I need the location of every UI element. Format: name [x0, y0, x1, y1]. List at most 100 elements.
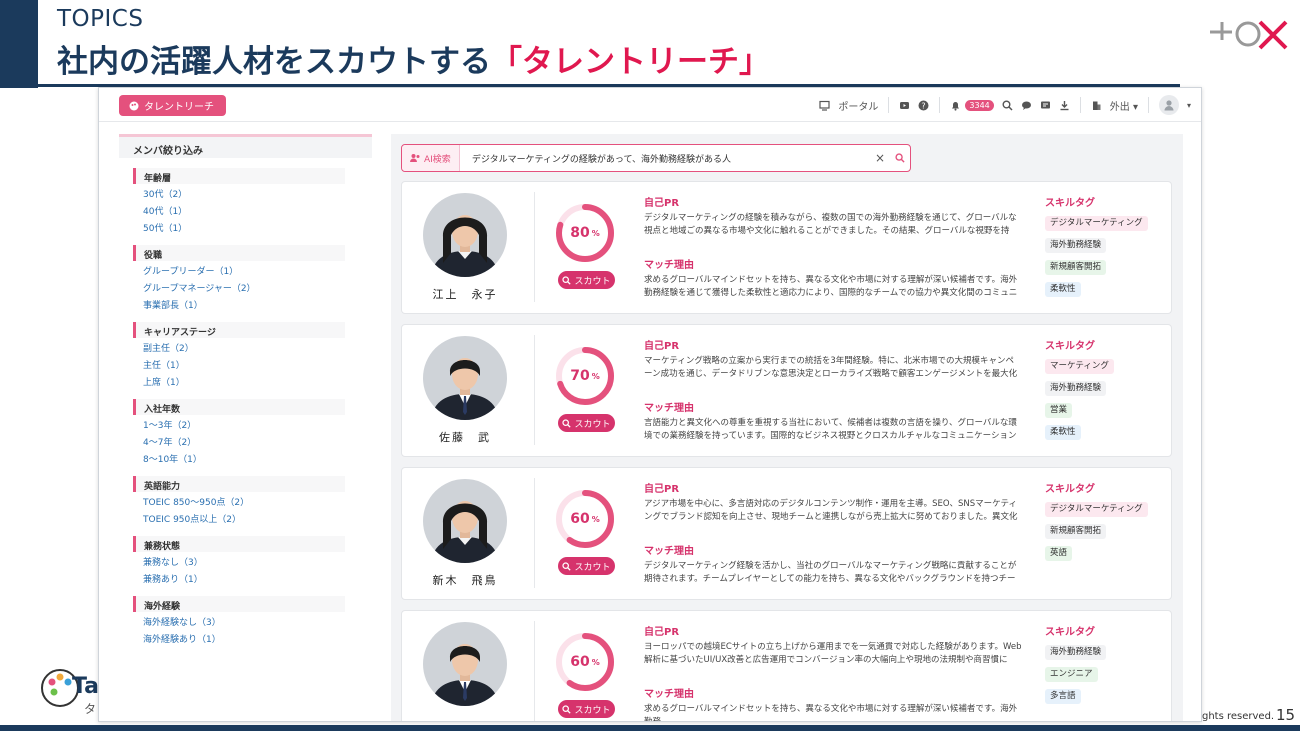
search-icon[interactable] [1002, 100, 1013, 111]
filter-option[interactable]: 海外経験なし（3） [133, 612, 345, 629]
users-icon [410, 154, 420, 162]
candidate-card[interactable]: 佐藤 武 70% スカウト 自己PR マーケティング戦略の立案から実行までの統括を3年間… [401, 324, 1172, 457]
filter-group-title: 役職 [133, 245, 345, 261]
chevron-down-icon[interactable]: ▾ [1187, 101, 1191, 110]
scout-button[interactable]: スカウト [558, 414, 615, 432]
filter-option[interactable]: グループリーダー（1） [133, 261, 345, 278]
scout-label: スカウト [574, 705, 611, 716]
filter-group: 海外経験 海外経験なし（3） 海外経験あり（1） [133, 596, 345, 646]
match-score: 80% [554, 202, 616, 264]
search-person-icon [562, 704, 572, 714]
status-label: 外出 [1109, 101, 1130, 113]
skill-tag[interactable]: デジタルマーケティング [1045, 216, 1148, 231]
brand-button[interactable]: タレントリーチ [119, 95, 226, 116]
filter-option[interactable]: 1〜3年（2） [133, 415, 345, 432]
candidate-card[interactable]: 60% スカウト 自己PR ヨーロッパでの越境ECサイトの立ち上げから運用までを一気通… [401, 610, 1172, 721]
match-reason-label: マッチ理由 [644, 546, 694, 557]
ai-search-tag[interactable]: AI検索 [402, 145, 460, 171]
filter-groups: 年齢層 30代（2） 40代（1） 50代（1） 役職 グループリーダー（1） グループマネ… [119, 168, 372, 646]
filter-group-title: 英語能力 [133, 476, 345, 492]
filter-sidebar: メンバ絞り込み 年齢層 30代（2） 40代（1） 50代（1） 役職 グループリーダー（… [119, 134, 372, 719]
filter-option[interactable]: グループマネージャー（2） [133, 278, 345, 295]
video-icon[interactable] [899, 100, 910, 111]
search-submit-icon[interactable] [890, 153, 910, 163]
skill-tag[interactable]: 新規顧客開拓 [1045, 260, 1107, 275]
filter-option[interactable]: 50代（1） [133, 218, 345, 235]
match-reason-text: 求めるグローバルマインドセットを持ち、異なる文化や市場に対する理解が深い候補者で… [644, 275, 1018, 298]
candidate-name: 佐藤 武 [439, 431, 491, 444]
filter-option[interactable]: 上席（1） [133, 372, 345, 389]
scout-label: スカウト [574, 419, 611, 430]
notification-badge[interactable]: 3344 [965, 99, 994, 111]
status-dropdown[interactable]: 外出 ▾ [1110, 98, 1138, 113]
skill-tag[interactable]: デジタルマーケティング [1045, 502, 1148, 517]
filter-option[interactable]: 兼務なし（3） [133, 552, 345, 569]
filter-group: 年齢層 30代（2） 40代（1） 50代（1） [133, 168, 345, 235]
match-reason-text: デジタルマーケティング経験を活かし、当社のグローバルなマーケティング戦略に貢献す… [644, 561, 1017, 584]
skill-tag[interactable]: 営業 [1045, 403, 1073, 418]
filter-option[interactable]: 30代（2） [133, 184, 345, 201]
user-avatar[interactable] [1158, 95, 1179, 115]
candidate-card[interactable]: 江上 永子 80% スカウト 自己PR デジタルマーケティングの経験を積みながら、複数の… [401, 181, 1172, 314]
filter-option[interactable]: 事業部長（1） [133, 295, 345, 312]
filter-group: 兼務状態 兼務なし（3） 兼務あり（1） [133, 536, 345, 586]
ai-search-bar[interactable]: AI検索 デジタルマーケティングの経験があって、海外勤務経験がある人 × [401, 144, 911, 172]
skill-tag[interactable]: 新規顧客開拓 [1045, 524, 1107, 539]
filter-option[interactable]: 海外経験あり（1） [133, 629, 345, 646]
slide-title: 社内の活躍人材をスカウトする「タレントリーチ」 [57, 36, 770, 81]
percent-sign: % [591, 514, 600, 524]
skill-tag[interactable]: 海外勤務経験 [1045, 238, 1107, 253]
filter-option[interactable]: 8〜10年（1） [133, 449, 345, 466]
pr-label: 自己PR [644, 484, 680, 495]
pr-label: 自己PR [644, 341, 680, 352]
skill-tag[interactable]: 柔軟性 [1045, 282, 1081, 297]
building-icon [1092, 101, 1101, 110]
search-input[interactable]: デジタルマーケティングの経験があって、海外勤務経験がある人 [460, 152, 870, 165]
main-content: AI検索 デジタルマーケティングの経験があって、海外勤務経験がある人 × 江上 … [391, 134, 1183, 721]
match-reason-label: マッチ理由 [644, 689, 694, 700]
skill-tags-label: スキルタグ [1045, 341, 1095, 352]
message-icon[interactable] [1040, 100, 1051, 111]
bell-icon[interactable] [950, 100, 961, 111]
help-icon[interactable]: ? [918, 100, 929, 111]
bottom-bar [0, 725, 1300, 731]
skill-tag[interactable]: 英語 [1045, 546, 1073, 561]
nav-divider [1147, 97, 1149, 113]
filter-option[interactable]: 副主任（2） [133, 338, 345, 355]
filter-option[interactable]: 兼務あり（1） [133, 569, 345, 586]
download-icon[interactable] [1059, 100, 1070, 111]
percent-sign: % [591, 657, 600, 667]
card-divider [534, 478, 535, 588]
scout-button[interactable]: スカウト [558, 557, 615, 575]
filter-option[interactable]: 4〜7年（2） [133, 432, 345, 449]
pr-label: 自己PR [644, 627, 680, 638]
filter-option[interactable]: TOEIC 950点以上（2） [133, 509, 345, 526]
slide: TOPICS 社内の活躍人材をスカウトする「タレントリーチ」 Tal タ タレン… [0, 0, 1300, 731]
scout-button[interactable]: スカウト [558, 700, 615, 718]
chat-icon[interactable] [1021, 100, 1032, 111]
candidate-photo [423, 622, 507, 706]
match-score: 60% [554, 488, 616, 550]
filter-group: 入社年数 1〜3年（2） 4〜7年（2） 8〜10年（1） [133, 399, 345, 466]
nav-divider [939, 97, 941, 113]
skill-tag[interactable]: 海外勤務経験 [1045, 381, 1107, 396]
slide-title-main: 社内の活躍人材をスカウトする [57, 44, 491, 80]
skill-tag[interactable]: マーケティング [1045, 359, 1114, 374]
skill-tag[interactable]: 柔軟性 [1045, 425, 1081, 440]
app-topbar: タレントリーチ ポータル ? 3344 外出 ▾ ▾ [99, 88, 1201, 122]
filter-option[interactable]: 40代（1） [133, 201, 345, 218]
portal-icon [819, 100, 831, 111]
clear-icon[interactable]: × [870, 151, 890, 165]
skill-tag[interactable]: エンジニア [1045, 667, 1098, 682]
skill-tag[interactable]: 多言語 [1045, 689, 1081, 704]
search-person-icon [562, 418, 572, 428]
filter-group-title: 兼務状態 [133, 536, 345, 552]
filter-group-title: 入社年数 [133, 399, 345, 415]
filter-option[interactable]: 主任（1） [133, 355, 345, 372]
candidate-card[interactable]: 新木 飛鳥 60% スカウト 自己PR アジア市場を中心に、多言語対応のデジタルコンテン… [401, 467, 1172, 600]
card-divider [534, 335, 535, 445]
portal-link[interactable]: ポータル [838, 98, 878, 113]
skill-tag[interactable]: 海外勤務経験 [1045, 645, 1107, 660]
filter-option[interactable]: TOEIC 850〜950点（2） [133, 492, 345, 509]
scout-button[interactable]: スカウト [558, 271, 615, 289]
